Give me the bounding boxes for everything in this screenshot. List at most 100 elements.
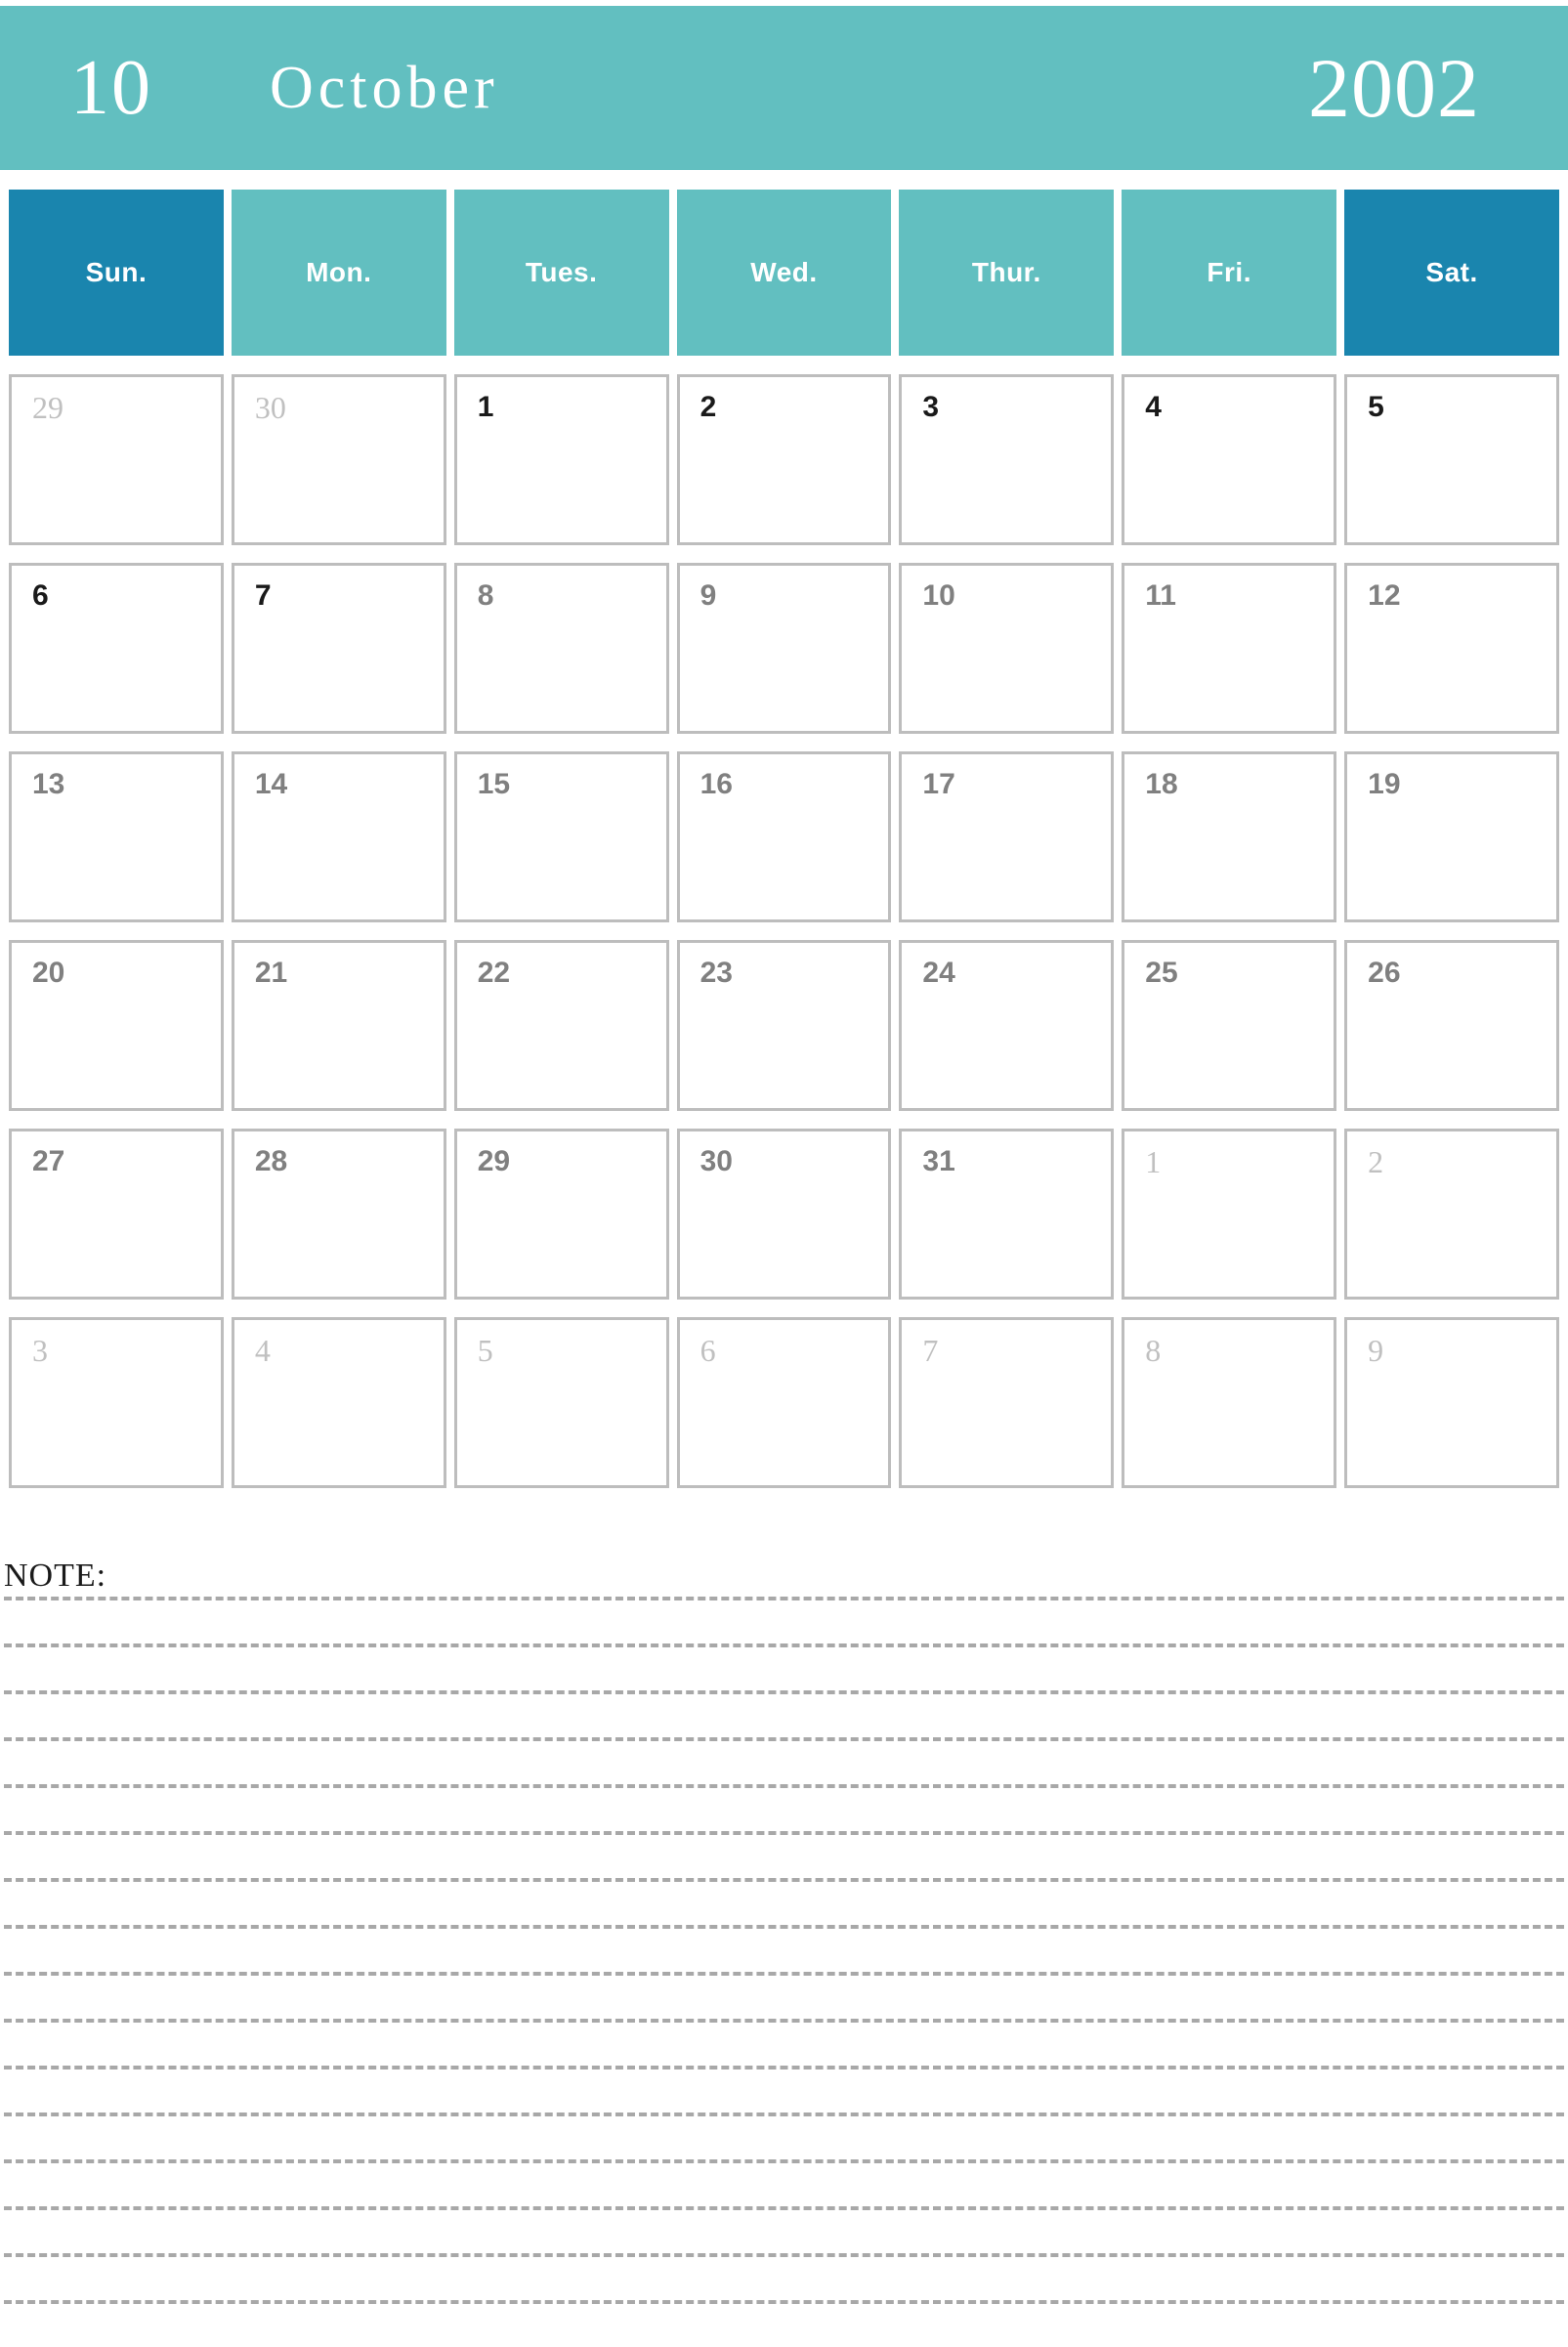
day-cell[interactable]: 4 [231,1317,446,1488]
day-number: 7 [254,579,272,612]
day-cell[interactable]: 9 [676,563,892,734]
weekday-header-thur[interactable]: Thur. [899,190,1115,356]
weekday-label: Sat. [1425,257,1478,287]
day-cell[interactable]: 5 [1344,374,1559,545]
day-number: 2 [699,391,717,423]
day-cell[interactable]: 8 [1122,1317,1337,1488]
day-cell[interactable]: 20 [9,940,224,1111]
day-number: 11 [1145,579,1176,612]
day-cell[interactable]: 6 [676,1317,892,1488]
day-cell[interactable]: 26 [1344,940,1559,1111]
weekday-header-mon[interactable]: Mon. [231,190,446,356]
note-line[interactable] [4,2300,1564,2347]
day-cell[interactable]: 7 [899,1317,1115,1488]
day-cell[interactable]: 13 [9,751,224,922]
day-number: 8 [477,579,494,612]
day-number: 4 [254,1333,271,1368]
note-line[interactable] [4,1878,1564,1925]
day-number: 29 [477,1145,511,1177]
day-cell[interactable]: 1 [453,374,669,545]
note-section: NOTE: [0,1559,1568,2347]
note-line[interactable] [4,1925,1564,1972]
day-number: 1 [1145,1144,1162,1179]
weekday-label: Fri. [1207,257,1251,287]
day-number: 2 [1368,1144,1384,1179]
day-cell[interactable]: 4 [1122,374,1337,545]
day-cell[interactable]: 23 [676,940,892,1111]
day-cell[interactable]: 9 [1344,1317,1559,1488]
day-cell[interactable]: 31 [899,1129,1115,1300]
month-number: 10 [70,45,152,131]
day-cell[interactable]: 29 [453,1129,669,1300]
day-number: 23 [699,957,733,989]
day-cell[interactable]: 11 [1122,563,1337,734]
day-cell[interactable]: 18 [1122,751,1337,922]
weekday-header-fri[interactable]: Fri. [1122,190,1337,356]
weekday-label: Tues. [525,257,598,287]
day-number: 22 [477,957,511,989]
day-number: 7 [922,1333,939,1368]
note-line[interactable] [4,2112,1564,2159]
day-cell[interactable]: 10 [899,563,1115,734]
day-cell[interactable]: 2 [1344,1129,1559,1300]
day-number: 13 [32,768,65,800]
day-number: 19 [1368,768,1401,800]
day-cell[interactable]: 30 [676,1129,892,1300]
day-number: 5 [1368,391,1384,423]
note-line[interactable] [4,2066,1564,2112]
note-line[interactable] [4,2019,1564,2066]
month-name: October [270,55,499,121]
day-cell[interactable]: 25 [1122,940,1337,1111]
day-cell[interactable]: 3 [899,374,1115,545]
note-line[interactable] [4,2206,1564,2253]
note-line[interactable] [4,1597,1564,1643]
day-number: 26 [1368,957,1401,989]
note-lines [0,1597,1568,2347]
day-cell[interactable]: 24 [899,940,1115,1111]
note-line[interactable] [4,2253,1564,2300]
day-number: 3 [32,1333,48,1368]
calendar-day-grid: 29 30 1 2 3 4 5 6 7 8 9 10 11 12 13 14 15 16 17 18 19 20 21 22 2… [9,374,1559,1488]
day-number: 18 [1145,768,1178,800]
weekday-header-wed[interactable]: Wed. [676,190,892,356]
note-line[interactable] [4,1690,1564,1737]
weekday-header-sun[interactable]: Sun. [9,190,224,356]
day-cell[interactable]: 8 [453,563,669,734]
day-cell[interactable]: 28 [231,1129,446,1300]
day-cell[interactable]: 16 [676,751,892,922]
day-cell[interactable]: 15 [453,751,669,922]
day-cell[interactable]: 14 [231,751,446,922]
day-cell[interactable]: 2 [676,374,892,545]
calendar-page: 10 October 2002 Sun. Mon. Tues. Wed. Thur. Fr… [0,0,1568,2304]
day-number: 30 [254,390,286,425]
day-cell[interactable]: 3 [9,1317,224,1488]
note-line[interactable] [4,1643,1564,1690]
day-cell[interactable]: 5 [453,1317,669,1488]
day-cell[interactable]: 1 [1122,1129,1337,1300]
day-cell[interactable]: 12 [1344,563,1559,734]
day-cell[interactable]: 19 [1344,751,1559,922]
day-cell[interactable]: 6 [9,563,224,734]
day-cell[interactable]: 7 [231,563,446,734]
day-cell[interactable]: 17 [899,751,1115,922]
day-cell[interactable]: 27 [9,1129,224,1300]
weekday-header-sat[interactable]: Sat. [1344,190,1559,356]
note-line[interactable] [4,1831,1564,1878]
day-number: 6 [699,1333,716,1368]
note-line[interactable] [4,2159,1564,2206]
note-line[interactable] [4,1972,1564,2019]
day-number: 9 [699,579,717,612]
weekday-label: Wed. [750,257,818,287]
day-number: 20 [32,957,65,989]
day-number: 10 [922,579,955,612]
note-label: NOTE: [4,1558,107,1594]
day-cell[interactable]: 29 [9,374,224,545]
note-line[interactable] [4,1784,1564,1831]
day-cell[interactable]: 30 [231,374,446,545]
day-number: 25 [1145,957,1178,989]
note-line[interactable] [4,1737,1564,1784]
day-cell[interactable]: 21 [231,940,446,1111]
year-label: 2002 [1308,41,1480,135]
weekday-header-tues[interactable]: Tues. [453,190,669,356]
day-cell[interactable]: 22 [453,940,669,1111]
